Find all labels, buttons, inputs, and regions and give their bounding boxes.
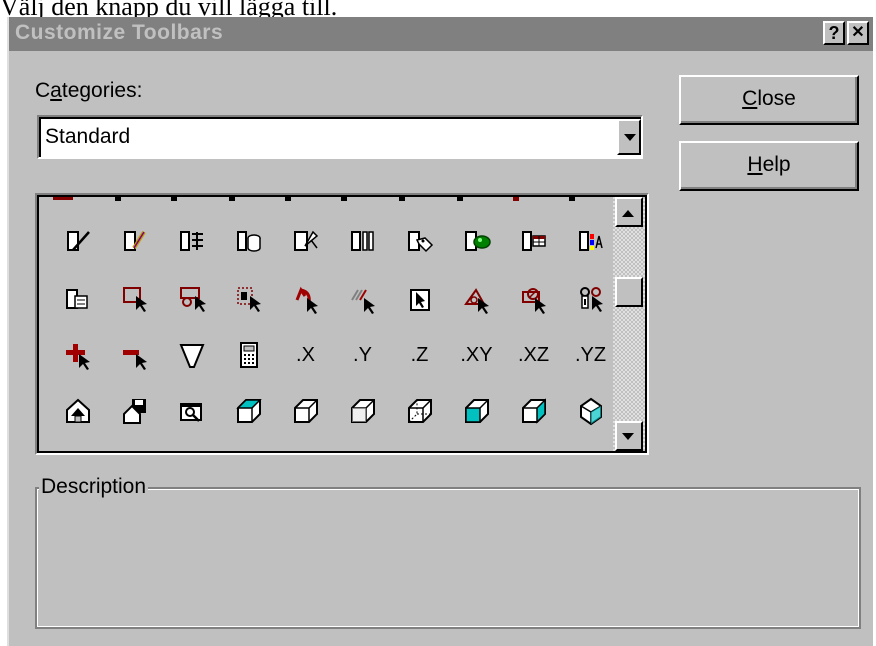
- scroll-up-button[interactable]: [615, 197, 643, 227]
- icon-grid-scrollbar[interactable]: [613, 197, 645, 451]
- dialog-title: Customize Toolbars: [15, 21, 224, 44]
- description-groupbox: [35, 487, 861, 629]
- select-region-icon[interactable]: [106, 277, 163, 321]
- xy-axis-button[interactable]: .XY: [448, 333, 505, 377]
- house-save-icon[interactable]: [49, 389, 106, 433]
- filter-funnel-icon[interactable]: [163, 333, 220, 377]
- wizard-icon[interactable]: [277, 219, 334, 263]
- categories-label: Categories:: [35, 79, 143, 102]
- add-red-icon[interactable]: [49, 333, 106, 377]
- cube-1-icon[interactable]: [220, 389, 277, 433]
- house-disk-icon[interactable]: [106, 389, 163, 433]
- categories-selected: Standard: [45, 125, 131, 148]
- help-button-label: Help: [747, 153, 791, 176]
- cube-3-icon[interactable]: [334, 389, 391, 433]
- scrollbar-thumb[interactable]: [615, 277, 643, 307]
- select-angle-icon[interactable]: [448, 277, 505, 321]
- subtract-red-icon[interactable]: [106, 333, 163, 377]
- customize-toolbars-dialog: Customize Toolbars ? ✕ Categories: Stand…: [7, 17, 873, 646]
- dotted-select-icon[interactable]: [220, 277, 277, 321]
- title-close-button[interactable]: ✕: [847, 21, 869, 45]
- cube-6-icon[interactable]: [505, 389, 562, 433]
- icon-row-2: [49, 277, 619, 321]
- properties-ball-icon[interactable]: [448, 219, 505, 263]
- question-icon: ?: [828, 23, 840, 43]
- dropdown-arrow-button[interactable]: [617, 119, 641, 155]
- close-button-label: Close: [742, 87, 796, 110]
- cube-4-icon[interactable]: [391, 389, 448, 433]
- color-table-icon[interactable]: [562, 219, 619, 263]
- chevron-down-icon: [624, 134, 636, 141]
- binoculars-icon[interactable]: [562, 277, 619, 321]
- columns-icon[interactable]: [334, 219, 391, 263]
- scroll-down-button[interactable]: [615, 421, 643, 451]
- pointer-box-icon[interactable]: [391, 277, 448, 321]
- chevron-down-icon: [622, 433, 634, 440]
- close-icon: ✕: [851, 24, 865, 41]
- design-pencil-icon[interactable]: [106, 219, 163, 263]
- close-button[interactable]: Close: [679, 75, 859, 125]
- categories-dropdown[interactable]: Standard: [37, 115, 643, 159]
- icon-row-1: [49, 219, 619, 263]
- cube-5-icon[interactable]: [448, 389, 505, 433]
- context-help-button[interactable]: ?: [823, 21, 845, 45]
- x-axis-button[interactable]: .X: [277, 333, 334, 377]
- tag-icon[interactable]: [391, 219, 448, 263]
- select-zoom-icon[interactable]: [163, 277, 220, 321]
- calculator-icon[interactable]: [220, 333, 277, 377]
- database-icon[interactable]: [220, 219, 277, 263]
- z-axis-button[interactable]: .Z: [391, 333, 448, 377]
- help-button[interactable]: Help: [679, 141, 859, 191]
- yz-axis-button[interactable]: .YZ: [562, 333, 619, 377]
- pencil-edit-icon[interactable]: [49, 219, 106, 263]
- title-bar: Customize Toolbars ? ✕: [9, 17, 873, 51]
- undo-arrow-icon[interactable]: [277, 277, 334, 321]
- zoom-window-icon[interactable]: [163, 389, 220, 433]
- xz-axis-button[interactable]: .XZ: [505, 333, 562, 377]
- table-grid-icon[interactable]: [505, 219, 562, 263]
- diamond-view-icon[interactable]: [562, 389, 619, 433]
- hatch-select-icon[interactable]: [334, 277, 391, 321]
- chevron-up-icon: [622, 210, 634, 217]
- description-label: Description: [39, 475, 149, 499]
- toolbar-buttons-grid: .X .Y .Z .XY .XZ .YZ: [35, 193, 649, 455]
- icon-row-3: .X .Y .Z .XY .XZ .YZ: [49, 333, 619, 377]
- zoom-select-icon[interactable]: [505, 277, 562, 321]
- cube-2-icon[interactable]: [277, 389, 334, 433]
- icon-row-4: [49, 389, 619, 433]
- form-icon[interactable]: [49, 277, 106, 321]
- y-axis-button[interactable]: .Y: [334, 333, 391, 377]
- partial-icon-row: [53, 197, 575, 201]
- field-list-icon[interactable]: [163, 219, 220, 263]
